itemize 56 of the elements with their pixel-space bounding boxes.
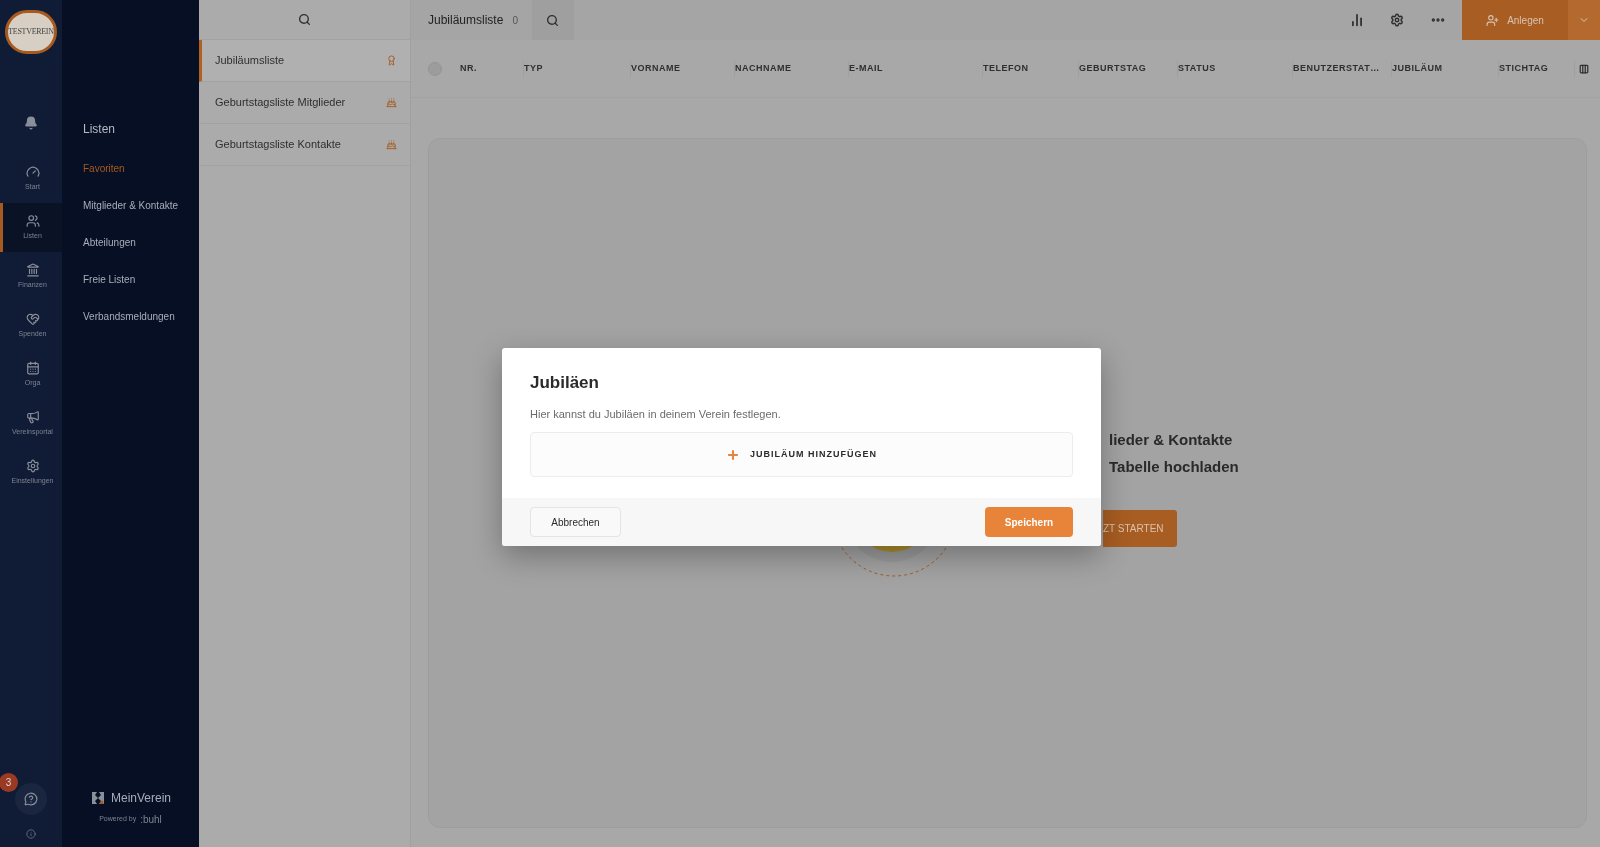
submenu-title: Listen <box>83 121 117 138</box>
column-header[interactable]: VORNAME <box>631 60 735 77</box>
empty-state-heading: lieder & Kontakte <box>1109 430 1234 450</box>
gauge-icon <box>25 164 40 179</box>
column-header[interactable]: TELEFON <box>983 60 1079 77</box>
column-header[interactable]: GEBURTSTAG <box>1079 60 1178 77</box>
cake-icon <box>386 139 397 150</box>
help-chat-button[interactable] <box>15 783 47 815</box>
submenu-item[interactable]: Mitglieder & Kontakte <box>83 193 183 218</box>
search-button[interactable] <box>531 0 574 40</box>
submenu-item[interactable]: Favoriten <box>83 156 183 181</box>
buhl-brand: :buhl <box>140 813 162 827</box>
chat-question-icon <box>24 792 38 806</box>
search-icon[interactable] <box>298 13 311 26</box>
settings-icon <box>25 458 40 473</box>
add-jubilee-button[interactable]: JUBILÄUM HINZUFÜGEN <box>530 432 1073 477</box>
cake-icon <box>386 97 397 108</box>
empty-state-heading: Tabelle hochladen <box>1109 456 1239 477</box>
users-icon <box>25 213 40 228</box>
column-header[interactable]: TYP <box>524 60 631 77</box>
club-logo[interactable]: TESTVEREIN <box>5 10 57 54</box>
search-icon <box>546 13 560 27</box>
list-item[interactable]: Geburtstagsliste Kontakte <box>199 124 410 166</box>
list-item[interactable]: Geburtstagsliste Mitglieder <box>199 82 410 124</box>
column-header[interactable]: STICHTAG <box>1499 60 1575 77</box>
heart-hands-icon <box>25 311 40 326</box>
submenu-item[interactable]: Freie Listen <box>83 267 183 292</box>
list-title: Jubiläumsliste <box>428 12 504 29</box>
cancel-button[interactable]: Abbrechen <box>530 507 621 537</box>
row-count: 0 <box>512 13 518 28</box>
column-header[interactable]: NR. <box>460 60 524 77</box>
bank-icon <box>25 262 40 277</box>
column-header[interactable]: STATUS <box>1178 60 1293 77</box>
dialog-description: Hier kannst du Jubiläen in deinem Verein festlegen. <box>530 406 782 422</box>
megaphone-icon <box>25 409 40 424</box>
user-plus-icon <box>1486 13 1500 27</box>
calendar-icon <box>25 360 40 375</box>
columns-icon[interactable] <box>1579 63 1589 74</box>
chart-icon[interactable] <box>1350 13 1364 27</box>
submenu-item[interactable]: Verbandsmeldungen <box>83 304 183 329</box>
list-item[interactable]: Jubiläumsliste <box>199 40 410 82</box>
notification-badge: 3 <box>0 773 18 792</box>
create-button[interactable]: Anlegen <box>1462 0 1568 40</box>
column-header[interactable]: BENUTZERSTAT… <box>1293 60 1392 77</box>
brand-logo-icon <box>89 790 106 806</box>
bell-icon[interactable] <box>24 116 38 130</box>
award-icon <box>386 55 397 66</box>
settings-icon[interactable] <box>1390 13 1404 27</box>
column-header[interactable]: NACHNAME <box>735 60 849 77</box>
plus-icon <box>726 447 740 462</box>
submenu-item[interactable]: Abteilungen <box>83 230 183 255</box>
dialog-title: Jubiläen <box>530 372 600 394</box>
start-button[interactable]: ZT STARTEN <box>1103 510 1177 547</box>
brand-name: MeinVerein <box>110 790 171 807</box>
column-header[interactable]: E-MAIL <box>849 60 983 77</box>
column-header[interactable]: JUBILÄUM <box>1392 60 1499 77</box>
